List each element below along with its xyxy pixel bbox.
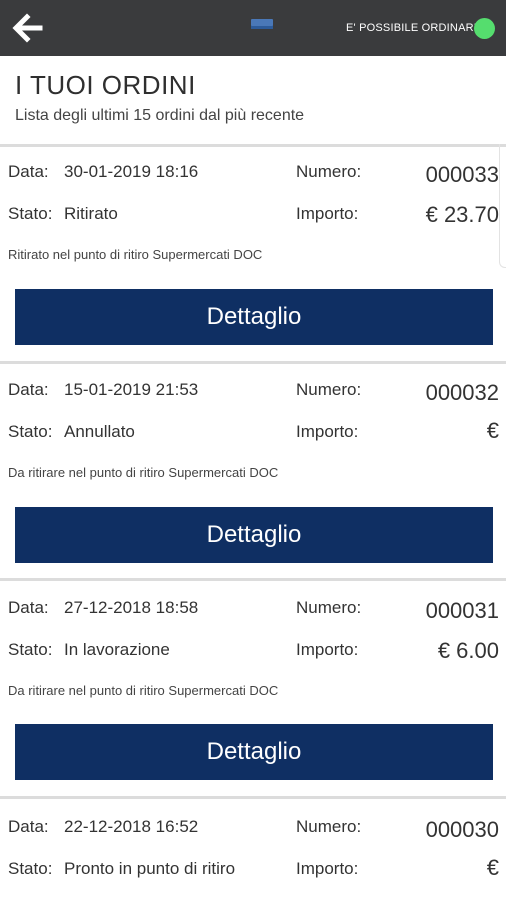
order-status: In lavorazione (64, 640, 170, 659)
page-title: I TUOI ORDINI (15, 70, 196, 100)
order-card: Data: 30-01-2019 18:16 Numero: 000033 St… (0, 147, 506, 363)
detail-button[interactable]: Dettaglio (15, 289, 493, 345)
number-label: Numero: (296, 162, 362, 181)
number-label: Numero: (296, 817, 362, 836)
app-logo-icon (251, 19, 273, 29)
amount-label: Importo: (296, 204, 359, 223)
status-label: Stato: (8, 204, 53, 223)
date-label: Data: (8, 162, 49, 181)
availability-status-icon (474, 18, 495, 39)
status-label: Stato: (8, 640, 53, 659)
pickup-info: Da ritirare nel punto di ritiro Supermer… (8, 683, 279, 698)
number-label: Numero: (296, 380, 362, 399)
order-status: Annullato (64, 422, 135, 441)
order-amount: € (486, 418, 499, 443)
order-status: Pronto in punto di ritiro (64, 859, 236, 878)
page-header: I TUOI ORDINI Lista degli ultimi 15 ordi… (0, 56, 506, 145)
order-number: 000030 (425, 817, 499, 842)
order-status: Ritirato (64, 204, 118, 223)
order-amount: € (486, 855, 499, 880)
arrow-left-icon (12, 13, 43, 43)
amount-label: Importo: (296, 640, 359, 659)
number-label: Numero: (296, 598, 362, 617)
page-subtitle: Lista degli ultimi 15 ordini dal più rec… (15, 107, 305, 124)
order-date: 15-01-2019 21:53 (64, 380, 199, 399)
pickup-info: Da ritirare nel punto di ritiro Supermer… (8, 465, 279, 480)
amount-label: Importo: (296, 422, 359, 441)
detail-button[interactable]: Dettaglio (15, 724, 493, 780)
top-app-bar: E' POSSIBILE ORDINARE (0, 0, 506, 56)
order-date: 27-12-2018 18:58 (64, 598, 199, 617)
date-label: Data: (8, 817, 49, 836)
order-amount: € 6.00 (437, 638, 499, 663)
back-button[interactable] (10, 11, 44, 45)
status-label: Stato: (8, 859, 53, 878)
date-label: Data: (8, 598, 49, 617)
detail-button[interactable]: Dettaglio (15, 507, 493, 563)
order-availability-text: E' POSSIBILE ORDINARE (346, 22, 482, 34)
status-label: Stato: (8, 422, 53, 441)
order-card: Data: 15-01-2019 21:53 Numero: 000032 St… (0, 364, 506, 580)
order-date: 30-01-2019 18:16 (64, 162, 199, 181)
order-date: 22-12-2018 16:52 (64, 817, 199, 836)
pickup-info: Ritirato nel punto di ritiro Supermercat… (8, 247, 263, 262)
date-label: Data: (8, 380, 49, 399)
amount-label: Importo: (296, 859, 359, 878)
order-number: 000033 (425, 162, 499, 187)
order-card: Data: 27-12-2018 18:58 Numero: 000031 St… (0, 581, 506, 797)
order-number: 000032 (425, 380, 499, 405)
order-amount: € 23.70 (425, 202, 499, 227)
order-card: Data: 22-12-2018 16:52 Numero: 000030 St… (0, 799, 506, 900)
order-number: 000031 (425, 598, 499, 623)
